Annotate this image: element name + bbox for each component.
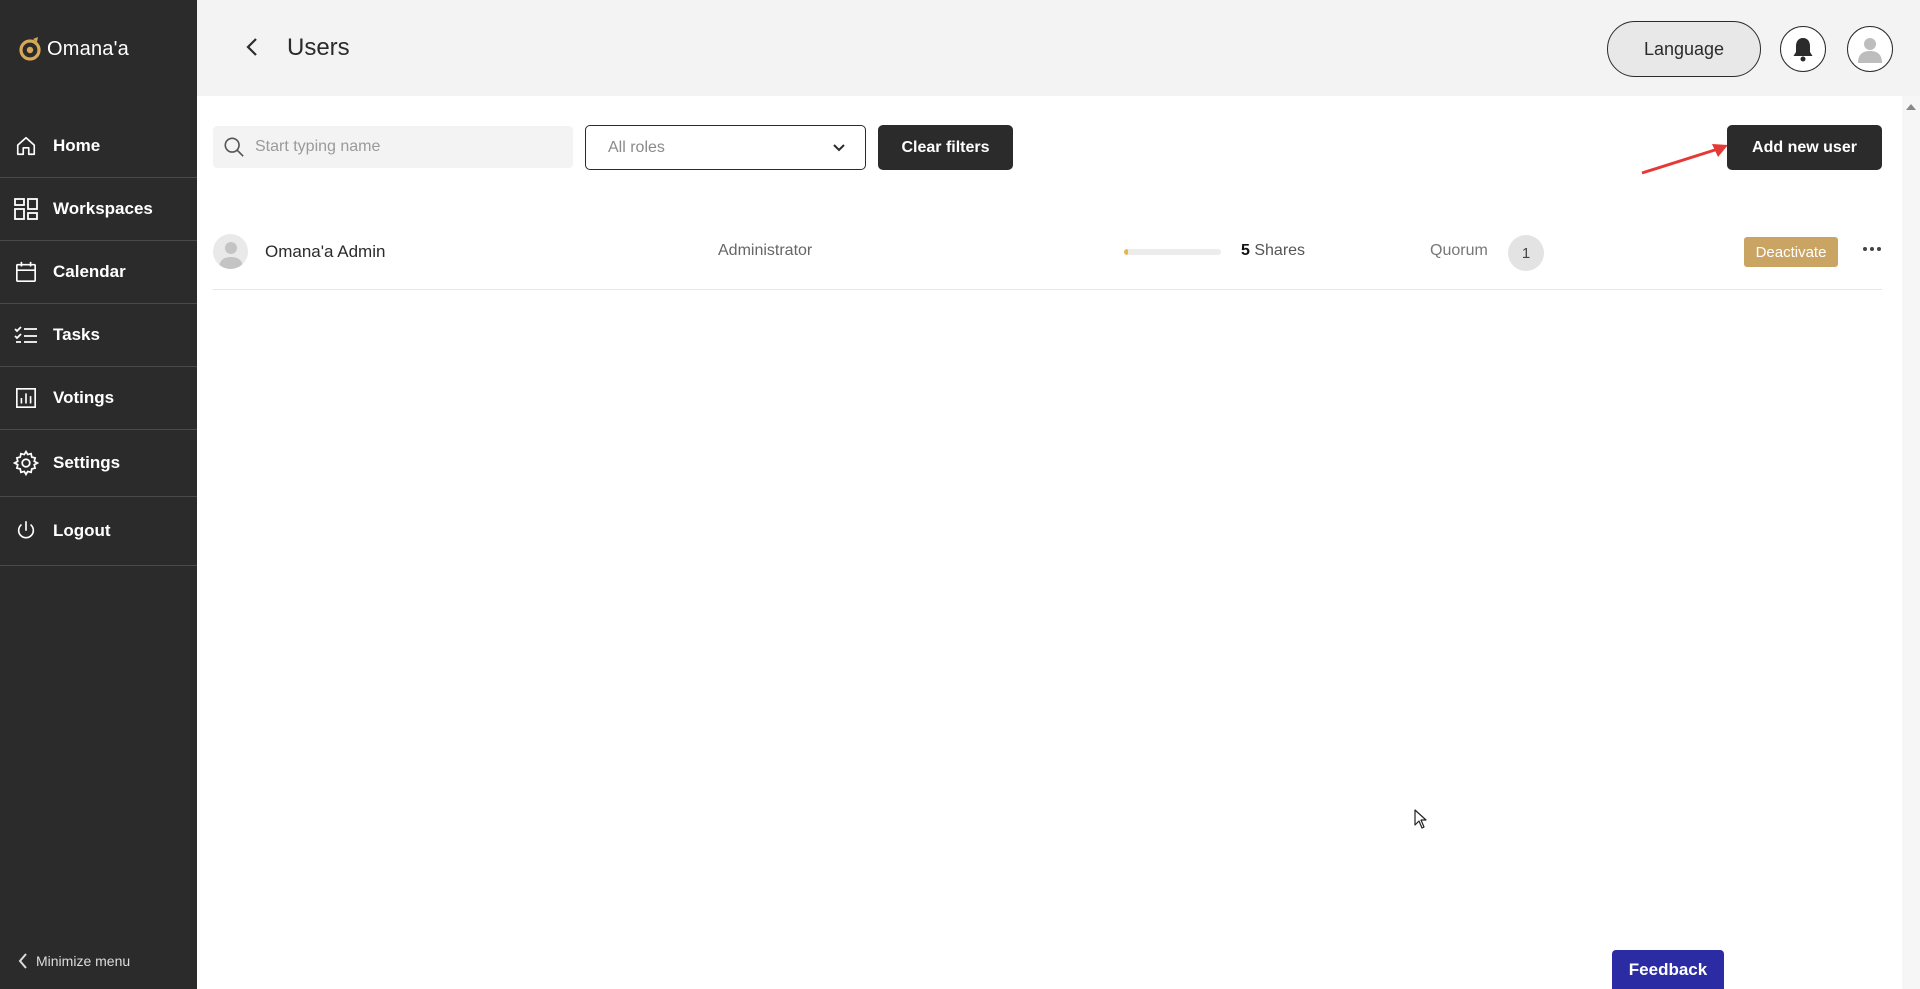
scroll-up-arrow-icon[interactable] [1906,104,1916,110]
grid-icon [13,196,39,222]
user-name: Omana'a Admin [265,242,386,261]
clear-filters-button[interactable]: Clear filters [878,125,1013,170]
sidebar-item-label: Votings [53,388,115,407]
notifications-button[interactable] [1780,26,1826,72]
more-options-button[interactable] [1858,235,1886,263]
page-title: Users [287,34,350,61]
top-header: Users Language [197,0,1920,96]
tasks-icon [13,322,39,348]
sidebar: Omana'a Home Workspaces Calendar Tasks V… [0,0,197,989]
sidebar-item-label: Calendar [53,262,126,281]
app-name: Omana'a [47,37,129,60]
bell-icon [1793,38,1813,62]
shares-label: Shares [1254,242,1306,259]
sidebar-item-tasks[interactable]: Tasks [0,304,197,367]
shares-progress-bar [1124,249,1221,255]
quorum-badge: 1 [1508,235,1544,271]
sidebar-nav: Home Workspaces Calendar Tasks Votings S… [0,115,197,566]
sidebar-item-votings[interactable]: Votings [0,367,197,430]
logo-icon [19,37,41,61]
language-button[interactable]: Language [1607,21,1761,77]
back-button[interactable] [241,36,263,58]
sidebar-item-label: Logout [53,521,111,540]
shares-text: 5 Shares [1241,242,1305,260]
add-new-user-button[interactable]: Add new user [1727,125,1882,170]
user-icon [218,242,243,269]
sidebar-item-label: Home [53,136,101,155]
sidebar-item-home[interactable]: Home [0,115,197,178]
power-icon [13,518,39,544]
chart-icon [13,385,39,411]
feedback-button[interactable]: Feedback [1612,950,1724,989]
sidebar-item-label: Settings [53,453,121,472]
deactivate-button[interactable]: Deactivate [1744,237,1838,267]
user-role: Administrator [718,242,813,259]
sidebar-item-label: Workspaces [53,199,153,218]
scrollbar[interactable] [1902,96,1920,989]
annotation-arrow [1641,144,1728,175]
sidebar-item-logout[interactable]: Logout [0,497,197,566]
dot [1870,247,1874,251]
sidebar-item-settings[interactable]: Settings [0,430,197,497]
search-icon [224,137,244,157]
roles-dropdown-value: All roles [608,138,665,156]
profile-avatar-button[interactable] [1847,26,1893,72]
avatar [213,234,248,269]
quorum-label: Quorum [1430,242,1488,259]
chevron-down-icon [833,143,845,151]
mouse-cursor-icon [1414,809,1427,829]
chevron-left-icon [18,953,27,969]
calendar-icon [13,259,39,285]
search-input[interactable] [255,138,555,156]
shares-count: 5 [1241,242,1250,259]
user-icon [1858,38,1882,63]
minimize-menu-label: Minimize menu [36,953,131,969]
dot [1863,247,1867,251]
sidebar-item-workspaces[interactable]: Workspaces [0,178,197,241]
app-logo[interactable]: Omana'a [17,36,129,62]
chevron-left-icon [246,38,257,56]
minimize-menu-button[interactable]: Minimize menu [18,953,130,969]
roles-dropdown[interactable]: All roles [585,125,866,170]
sidebar-item-calendar[interactable]: Calendar [0,241,197,304]
dot [1877,247,1881,251]
search-field[interactable] [213,126,573,168]
sidebar-item-label: Tasks [53,325,100,344]
gear-icon [13,450,39,476]
home-icon [13,133,39,159]
table-row[interactable]: Omana'a Admin Administrator 5 Shares Quo… [213,225,1882,290]
shares-progress-fill [1124,249,1128,255]
